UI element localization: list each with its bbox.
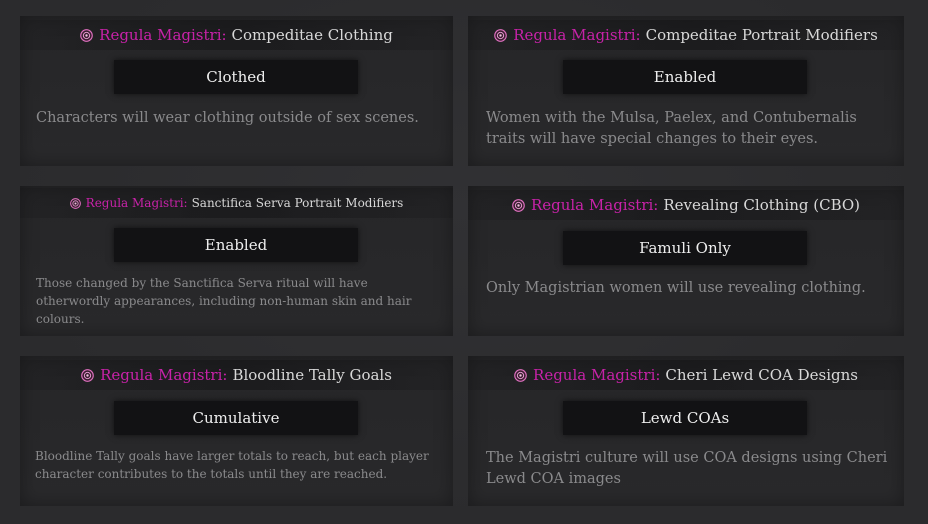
setting-description: Characters will wear clothing outside of… — [36, 110, 419, 126]
setting-title: Cheri Lewd COA Designs — [665, 366, 858, 384]
setting-prefix: Regula Magistri: — [100, 366, 228, 384]
setting-title: Compeditae Clothing — [231, 26, 393, 44]
setting-header: Regula Magistri: Compeditae Clothing — [20, 20, 453, 50]
setting-header: Regula Magistri: Compeditae Portrait Mod… — [468, 20, 904, 50]
setting-header: Regula Magistri: Revealing Clothing (CBO… — [468, 190, 904, 220]
setting-card-revealing-clothing: Regula Magistri: Revealing Clothing (CBO… — [468, 186, 904, 336]
setting-value-selector[interactable]: Cumulative — [114, 401, 358, 435]
setting-value: Lewd COAs — [640, 409, 730, 427]
regula-seal-icon — [512, 198, 525, 212]
setting-value: Enabled — [204, 236, 268, 254]
setting-title: Sanctifica Serva Portrait Modifiers — [191, 196, 404, 210]
setting-title: Bloodline Tally Goals — [232, 366, 392, 384]
setting-description: Women with the Mulsa, Paelex, and Contub… — [486, 110, 857, 147]
setting-value-selector[interactable]: Lewd COAs — [563, 401, 807, 435]
regula-seal-icon — [514, 368, 527, 382]
setting-value: Enabled — [653, 68, 717, 86]
setting-prefix: Regula Magistri: — [99, 26, 227, 44]
setting-title: Compeditae Portrait Modifiers — [645, 26, 878, 44]
regula-seal-icon — [80, 28, 93, 42]
setting-card-compeditae-clothing: Regula Magistri: Compeditae Clothing Clo… — [20, 16, 453, 166]
setting-prefix: Regula Magistri: — [513, 26, 641, 44]
setting-description: Those changed by the Sanctifica Serva ri… — [36, 276, 412, 326]
setting-prefix: Regula Magistri: — [530, 196, 659, 214]
setting-card-compeditae-portrait-modifiers: Regula Magistri: Compeditae Portrait Mod… — [468, 16, 904, 166]
setting-header: Regula Magistri: Cheri Lewd COA Designs — [468, 360, 904, 390]
setting-description: Bloodline Tally goals have larger totals… — [35, 449, 429, 481]
setting-value-selector[interactable]: Famuli Only — [563, 231, 807, 265]
setting-description: Only Magistrian women will use revealing… — [486, 280, 866, 296]
setting-prefix: Regula Magistri: — [85, 196, 188, 210]
setting-value: Cumulative — [192, 409, 280, 427]
setting-card-cheri-lewd-coa-designs: Regula Magistri: Cheri Lewd COA Designs … — [468, 356, 904, 506]
setting-card-bloodline-tally-goals: Regula Magistri: Bloodline Tally Goals C… — [20, 356, 453, 506]
setting-value: Famuli Only — [639, 239, 731, 257]
setting-card-sanctifica-serva-portrait-modifiers: Regula Magistri: Sanctifica Serva Portra… — [20, 186, 453, 336]
setting-header: Regula Magistri: Bloodline Tally Goals — [20, 360, 453, 390]
setting-header: Regula Magistri: Sanctifica Serva Portra… — [20, 188, 453, 218]
setting-description: The Magistri culture will use COA design… — [486, 450, 888, 487]
setting-value-selector[interactable]: Enabled — [563, 60, 807, 94]
game-rules-page: Regula Magistri: Compeditae Clothing Clo… — [0, 0, 928, 524]
setting-value-selector[interactable]: Clothed — [114, 60, 358, 94]
setting-value: Clothed — [206, 68, 266, 86]
regula-seal-icon — [81, 368, 94, 382]
regula-seal-icon — [494, 28, 508, 42]
setting-value-selector[interactable]: Enabled — [114, 228, 358, 262]
setting-title: Revealing Clothing (CBO) — [663, 196, 861, 214]
regula-seal-icon — [69, 197, 81, 209]
setting-prefix: Regula Magistri: — [533, 366, 661, 384]
